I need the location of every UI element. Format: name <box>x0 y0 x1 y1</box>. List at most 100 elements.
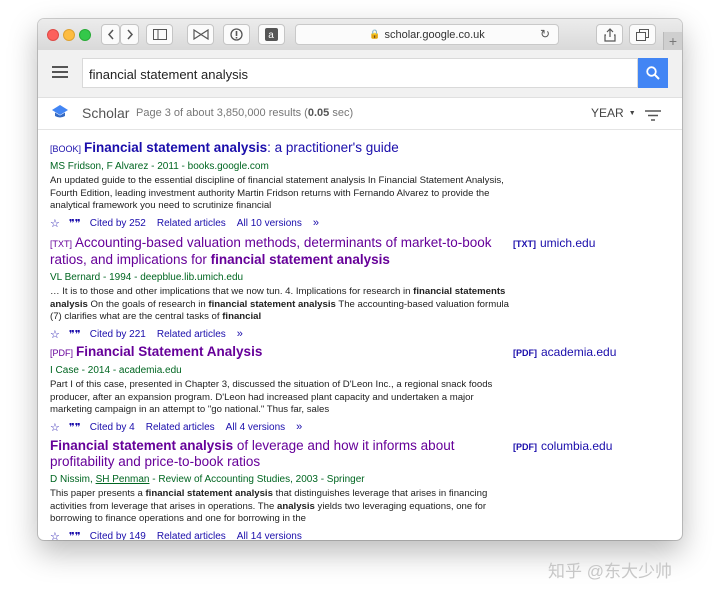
zoom-window-button[interactable] <box>79 29 91 41</box>
result-title[interactable]: [PDF] Financial Statement Analysis <box>50 344 510 361</box>
info-circle-icon <box>230 28 243 41</box>
scholar-logo-icon[interactable] <box>52 105 68 124</box>
bow-extension-button[interactable] <box>187 24 214 45</box>
result-snippet: This paper presents a financial statemen… <box>50 488 510 526</box>
side-domain: columbia.edu <box>541 439 613 453</box>
star-icon[interactable]: ☆ <box>50 530 60 541</box>
info-extension-button[interactable] <box>223 24 250 45</box>
result-title[interactable]: [BOOK] Financial statement analysis: a pr… <box>50 140 510 157</box>
close-window-button[interactable] <box>47 29 59 41</box>
all-versions-link[interactable]: All 10 versions <box>237 218 302 229</box>
snippet-a: This paper presents a <box>50 488 146 499</box>
more-chevrons-icon[interactable]: » <box>237 328 243 340</box>
title-bar: a 🔒 scholar.google.co.uk ↻ + <box>38 19 682 51</box>
cited-by-link[interactable]: Cited by 4 <box>90 422 135 433</box>
search-header: financial statement analysis <box>38 50 682 98</box>
sidebar-toggle-button[interactable] <box>146 24 173 45</box>
quote-icon[interactable]: ❞❞ <box>69 530 81 541</box>
author-rest: - Review of Accounting Studies, 2003 - S… <box>149 474 365 485</box>
reload-icon[interactable]: ↻ <box>540 27 550 41</box>
search-icon <box>646 66 660 80</box>
side-link[interactable]: [TXT] umich.edu <box>513 236 595 250</box>
quote-icon[interactable]: ❞❞ <box>69 217 81 230</box>
url-text: scholar.google.co.uk <box>384 28 485 41</box>
result-title[interactable]: Financial statement analysis of leverage… <box>50 438 510 470</box>
search-input[interactable]: financial statement analysis <box>82 58 638 88</box>
side-tag: [PDF] <box>513 348 537 358</box>
scholar-toolbar: Scholar Page 3 of about 3,850,000 result… <box>38 97 682 130</box>
results-count: Page 3 of about 3,850,000 results (0.05 … <box>136 107 353 119</box>
title-b: financial statement analysis <box>210 252 390 267</box>
filter-icon[interactable] <box>645 108 661 126</box>
minimize-window-button[interactable] <box>63 29 75 41</box>
back-button[interactable] <box>101 24 120 45</box>
caret-down-icon: ▼ <box>628 110 636 117</box>
more-chevrons-icon[interactable]: » <box>313 217 319 229</box>
more-chevrons-icon[interactable]: » <box>296 421 302 433</box>
result-type-tag: [BOOK] <box>50 144 82 154</box>
cited-by-link[interactable]: Cited by 252 <box>90 218 146 229</box>
star-icon[interactable]: ☆ <box>50 328 60 341</box>
star-icon[interactable]: ☆ <box>50 217 60 230</box>
result-authors: D Nissim, SH Penman - Review of Accounti… <box>50 473 510 486</box>
result-type-tag: [PDF] <box>50 348 74 358</box>
result-actions: ☆ ❞❞ Cited by 252 Related articles All 1… <box>50 217 510 230</box>
result-authors: MS Fridson, F Alvarez - 2011 - books.goo… <box>50 161 269 172</box>
author-link[interactable]: SH Penman <box>96 474 150 485</box>
result-snippet: An updated guide to the essential discip… <box>50 175 504 211</box>
result-authors: VL Bernard - 1994 - deepblue.lib.umich.e… <box>50 272 244 283</box>
side-tag: [TXT] <box>513 239 536 249</box>
title-rest: : a practitioner's guide <box>267 140 399 155</box>
snippet-d: financial statement analysis <box>208 298 336 310</box>
snippet-b: financial statement analysis <box>145 488 273 499</box>
year-label: YEAR <box>591 106 624 120</box>
search-button[interactable] <box>638 58 668 88</box>
sidebar-icon <box>152 29 167 40</box>
tabs-overview-button[interactable] <box>629 24 656 45</box>
amazon-icon: a <box>265 28 278 41</box>
result-snippet: Part I of this case, presented in Chapte… <box>50 379 493 415</box>
watermark: 知乎 @东大少帅 <box>548 562 672 581</box>
related-articles-link[interactable]: Related articles <box>157 531 226 541</box>
star-icon[interactable]: ☆ <box>50 421 60 434</box>
cited-by-link[interactable]: Cited by 149 <box>90 531 146 541</box>
result-item: [PDF] Financial Statement Analysis I Case… <box>50 344 510 434</box>
share-button[interactable] <box>596 24 623 45</box>
year-filter-dropdown[interactable]: YEAR ▼ <box>591 106 636 120</box>
lock-icon: 🔒 <box>369 29 381 39</box>
related-articles-link[interactable]: Related articles <box>146 422 215 433</box>
all-versions-link[interactable]: All 14 versions <box>237 531 302 541</box>
chevron-left-icon <box>107 29 114 40</box>
menu-icon[interactable] <box>52 66 68 81</box>
related-articles-link[interactable]: Related articles <box>157 329 226 340</box>
side-link[interactable]: [PDF] columbia.edu <box>513 439 612 453</box>
result-actions: ☆ ❞❞ Cited by 4 Related articles All 4 v… <box>50 421 510 434</box>
result-title[interactable]: [TXT] Accounting-based valuation methods,… <box>50 235 510 268</box>
result-item: Financial statement analysis of leverage… <box>50 438 510 540</box>
side-domain: academia.edu <box>541 345 617 359</box>
address-bar[interactable]: 🔒 scholar.google.co.uk ↻ <box>295 24 559 45</box>
share-icon <box>603 27 616 42</box>
chevron-right-icon <box>126 29 133 40</box>
related-articles-link[interactable]: Related articles <box>157 218 226 229</box>
all-versions-link[interactable]: All 4 versions <box>226 422 285 433</box>
result-item: [BOOK] Financial statement analysis: a pr… <box>50 140 510 230</box>
bow-icon <box>192 29 209 40</box>
title-text: Financial Statement Analysis <box>76 344 263 359</box>
tabs-icon <box>636 28 649 41</box>
result-snippet: … It is to those and other implications … <box>50 286 510 324</box>
snippet-c: On the goals of research in <box>87 298 209 310</box>
cited-by-link[interactable]: Cited by 221 <box>90 329 146 340</box>
count-prefix: Page 3 of about 3,850,000 results ( <box>136 107 308 119</box>
forward-button[interactable] <box>120 24 139 45</box>
scholar-brand[interactable]: Scholar <box>82 105 129 121</box>
amazon-extension-button[interactable]: a <box>258 24 285 45</box>
count-suffix: sec) <box>329 107 354 119</box>
new-tab-button[interactable]: + <box>663 32 682 50</box>
quote-icon[interactable]: ❞❞ <box>69 421 81 434</box>
side-link[interactable]: [PDF] academia.edu <box>513 345 616 359</box>
title-main: Financial statement analysis <box>84 140 268 155</box>
quote-icon[interactable]: ❞❞ <box>69 328 81 341</box>
svg-text:a: a <box>268 30 274 41</box>
count-time: 0.05 <box>307 107 330 119</box>
